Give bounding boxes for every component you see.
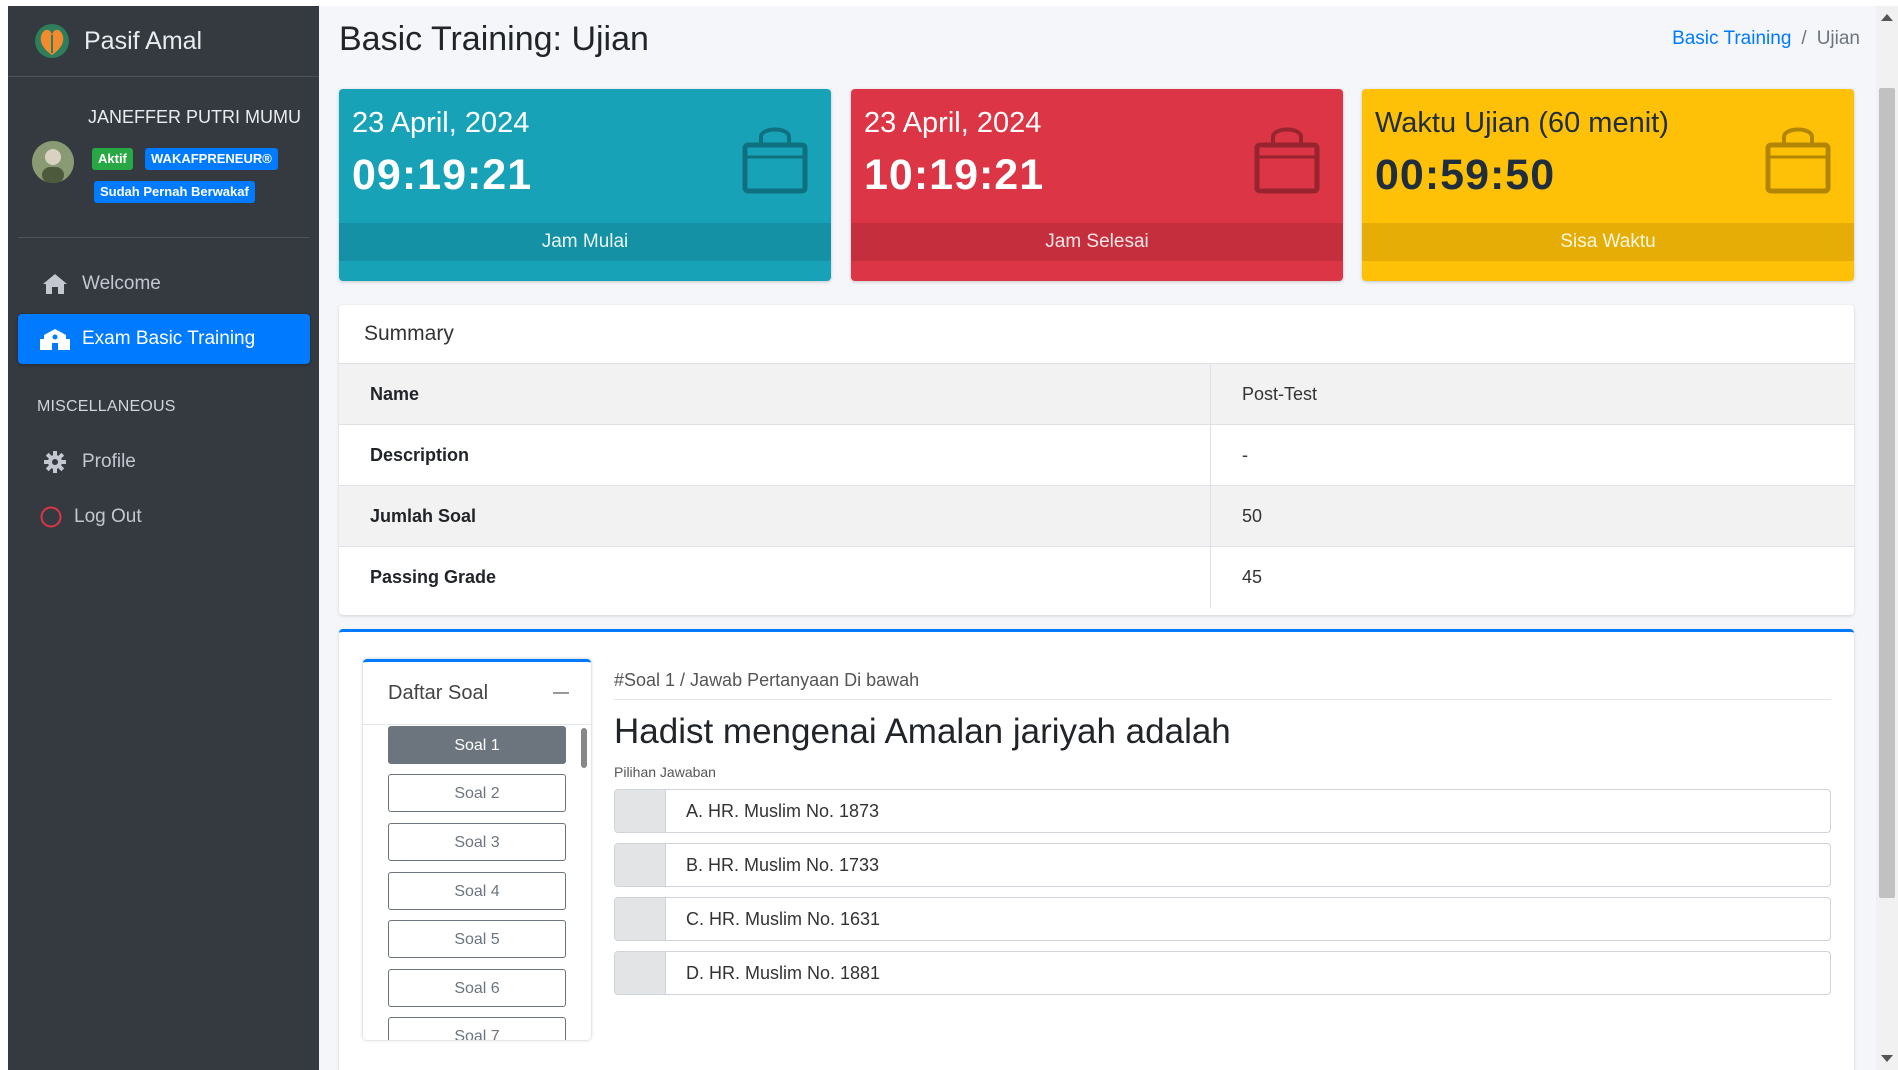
avatar[interactable] [32, 141, 74, 183]
answer-radio[interactable] [615, 898, 666, 940]
answer-radio[interactable] [615, 952, 666, 994]
summary-title: Summary [339, 305, 1854, 364]
remaining-time-box: Waktu Ujian (60 menit) 00:59:50 Sisa Wak… [1362, 89, 1854, 281]
summary-value: 45 [1242, 567, 1263, 587]
scrollbar-thumb[interactable] [1879, 88, 1895, 898]
answer-text: D. HR. Muslim No. 1881 [686, 962, 881, 983]
breadcrumb-current: Ujian [1816, 28, 1860, 49]
sidebar-item-profile[interactable]: Profile [18, 437, 310, 487]
sidebar-item-label: Welcome [82, 273, 161, 294]
answer-option-d[interactable]: D. HR. Muslim No. 1881 [614, 951, 1831, 995]
box-value: 00:59:50 [1375, 151, 1556, 199]
page-title: Basic Training: Ujian [339, 20, 649, 58]
table-row: Jumlah Soal 50 [339, 485, 1854, 547]
sidebar-item-label: Exam Basic Training [82, 328, 256, 349]
brand-link[interactable]: Pasif Amal [8, 6, 319, 77]
question-list-header: Daftar Soal [363, 662, 591, 725]
shopping-bag-icon [742, 127, 808, 194]
summary-value: 50 [1242, 506, 1263, 526]
answer-radio[interactable] [615, 844, 666, 886]
question-button-2[interactable]: Soal 2 [388, 774, 566, 812]
brand-logo-icon [35, 24, 69, 58]
status-badge-aktif: Aktif [92, 148, 133, 170]
shopping-bag-icon [1765, 127, 1831, 194]
breadcrumb-link-basic-training[interactable]: Basic Training [1672, 28, 1791, 50]
question-button-1[interactable]: Soal 1 [388, 726, 566, 764]
sidebar-item-logout[interactable]: Log Out [18, 492, 310, 542]
status-badge-berwakaf: Sudah Pernah Berwakaf [94, 181, 255, 203]
school-icon [40, 326, 70, 352]
page-scrollbar[interactable] [1876, 6, 1898, 1070]
power-circle-icon [36, 504, 66, 530]
box-heading: 23 April, 2024 [864, 107, 1042, 139]
question-list-title: Daftar Soal [388, 681, 489, 704]
app-window: Pasif Amal JANEFFER PUTRI MUMU Aktif WAK… [8, 6, 1898, 1070]
summary-key: Passing Grade [339, 547, 1211, 608]
answer-text: C. HR. Muslim No. 1631 [686, 908, 881, 929]
table-row: Name Post-Test [339, 363, 1854, 425]
box-footer-link[interactable]: Sisa Waktu [1362, 223, 1854, 261]
question-list-scrollbar[interactable] [581, 728, 587, 768]
summary-key: Name [339, 364, 1211, 425]
table-row: Description - [339, 424, 1854, 486]
summary-key: Jumlah Soal [339, 486, 1211, 547]
box-value: 09:19:21 [352, 151, 533, 199]
exam-card: Daftar Soal Soal 1 Soal 2 Soal 3 Soal 4 … [339, 629, 1854, 1070]
home-icon [40, 271, 70, 297]
sidebar: Pasif Amal JANEFFER PUTRI MUMU Aktif WAK… [8, 6, 319, 1070]
shopping-bag-icon [1254, 127, 1320, 194]
summary-card: Summary Name Post-Test Description - Jum… [339, 305, 1854, 615]
breadcrumb-separator: / [1801, 28, 1807, 49]
table-row: Passing Grade 45 [339, 546, 1854, 608]
answer-text: A. HR. Muslim No. 1873 [686, 800, 880, 821]
answer-radio[interactable] [615, 790, 666, 832]
breadcrumb: Basic Training / Ujian [1672, 28, 1860, 50]
nav-section-header: MISCELLANEOUS [37, 398, 176, 415]
user-name[interactable]: JANEFFER PUTRI MUMU [88, 107, 301, 128]
sidebar-item-welcome[interactable]: Welcome [18, 259, 310, 309]
question-button-3[interactable]: Soal 3 [388, 823, 566, 861]
answer-option-a[interactable]: A. HR. Muslim No. 1873 [614, 789, 1831, 833]
question-text: Hadist mengenai Amalan jariyah adalah [614, 712, 1231, 751]
end-time-box: 23 April, 2024 10:19:21 Jam Selesai [851, 89, 1343, 281]
status-badge-wakafpreneur: WAKAFPRENEUR® [145, 148, 278, 170]
question-button-5[interactable]: Soal 5 [388, 920, 566, 958]
box-heading: 23 April, 2024 [352, 107, 530, 139]
sidebar-item-label: Profile [82, 451, 136, 472]
question-button-6[interactable]: Soal 6 [388, 969, 566, 1007]
summary-value: - [1242, 445, 1248, 465]
question-button-7[interactable]: Soal 7 [388, 1017, 566, 1040]
avatar-image-icon [32, 141, 74, 183]
scroll-up-arrow-icon[interactable] [1881, 14, 1893, 21]
question-caption: #Soal 1 / Jawab Pertanyaan Di bawah [614, 670, 920, 690]
box-heading: Waktu Ujian (60 menit) [1375, 107, 1669, 139]
brand-text: Pasif Amal [84, 26, 203, 55]
collapse-minus-icon[interactable] [551, 683, 571, 703]
answer-option-c[interactable]: C. HR. Muslim No. 1631 [614, 897, 1831, 941]
scroll-down-arrow-icon[interactable] [1881, 1055, 1893, 1062]
question-button-4[interactable]: Soal 4 [388, 872, 566, 910]
summary-value: Post-Test [1242, 384, 1318, 404]
answer-option-b[interactable]: B. HR. Muslim No. 1733 [614, 843, 1831, 887]
start-time-box: 23 April, 2024 09:19:21 Jam Mulai [339, 89, 831, 281]
box-footer-link[interactable]: Jam Selesai [851, 223, 1343, 261]
gear-icon [40, 449, 70, 475]
answers-label: Pilihan Jawaban [614, 764, 716, 780]
sidebar-item-label: Log Out [74, 506, 142, 527]
box-value: 10:19:21 [864, 151, 1045, 199]
divider [614, 699, 1831, 700]
answer-text: B. HR. Muslim No. 1733 [686, 854, 880, 875]
question-list-panel: Daftar Soal Soal 1 Soal 2 Soal 3 Soal 4 … [363, 659, 591, 1040]
summary-key: Description [339, 425, 1211, 486]
box-footer-link[interactable]: Jam Mulai [339, 223, 831, 261]
sidebar-item-exam-basic-training[interactable]: Exam Basic Training [18, 314, 310, 364]
